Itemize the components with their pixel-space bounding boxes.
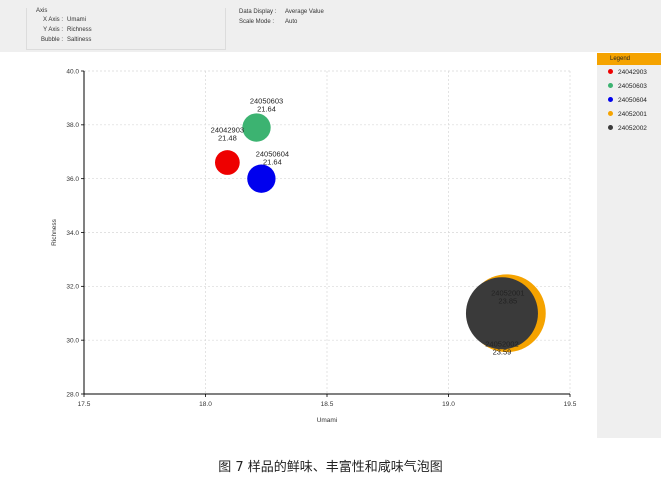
scale-mode-label: Scale Mode : — [239, 19, 275, 25]
legend-item-24050603[interactable]: 24050603 — [608, 82, 647, 91]
legend-item-24050604[interactable]: 24050604 — [608, 96, 647, 105]
bubble-value-label: 23.59 — [493, 347, 512, 356]
y-axis-setting-value: Richness — [67, 27, 92, 33]
x-tick-label: 17.5 — [78, 401, 91, 408]
y-tick-label: 28.0 — [66, 391, 79, 398]
y-tick-label: 40.0 — [66, 68, 79, 75]
bubble-value-label: 21.64 — [263, 158, 282, 167]
data-display-label: Data Display : — [239, 9, 277, 15]
bubble-setting-value: Saltiness — [67, 37, 92, 43]
legend-item-label: 24050604 — [618, 97, 647, 104]
legend-dot — [608, 68, 613, 74]
x-tick-label: 19.5 — [564, 401, 577, 408]
legend-dot — [608, 96, 613, 102]
settings-panel: Axis X Axis : Umami Y Axis : Richness Bubb… — [0, 0, 661, 52]
y-tick-label: 30.0 — [66, 337, 79, 344]
axis-settings-group: Axis X Axis : Umami Y Axis : Richness Bubb… — [26, 8, 226, 50]
y-tick-label: 32.0 — [66, 284, 79, 291]
y-axis-setting-label: Y Axis : — [43, 27, 63, 33]
axis-group-title: Axis — [36, 8, 48, 14]
legend-item-label: 24050603 — [618, 83, 647, 90]
x-axis-setting: X Axis : Umami — [37, 17, 86, 23]
legend-dot — [608, 82, 613, 88]
bubble-setting: Bubble : Saltiness — [37, 37, 91, 43]
legend-item-label: 24052002 — [618, 125, 647, 132]
y-axis-title: Richness — [51, 218, 58, 245]
scale-mode-value: Auto — [285, 19, 298, 25]
legend-item-label: 24042903 — [618, 69, 647, 76]
x-axis-setting-value: Umami — [67, 17, 86, 23]
legend-panel: Legend 24042903 24050603 24050604 240520… — [597, 53, 661, 438]
scale-mode-setting: Scale Mode : Auto — [239, 19, 297, 25]
x-tick-label: 19.0 — [442, 401, 455, 408]
legend-dot — [608, 124, 613, 130]
y-tick-label: 38.0 — [66, 122, 79, 129]
data-display-setting: Data Display : Average Value — [239, 9, 324, 15]
x-tick-label: 18.5 — [321, 401, 334, 408]
x-axis-title: Umami — [317, 417, 338, 424]
bubble-value-label: 23.85 — [498, 296, 517, 305]
legend-header: Legend — [597, 53, 661, 65]
bubble-value-label: 21.64 — [257, 105, 276, 114]
bubble-24050604 — [247, 164, 276, 193]
bubble-24042903 — [214, 150, 240, 175]
data-display-value: Average Value — [285, 9, 324, 15]
legend-title: Legend — [610, 56, 631, 62]
y-tick-label: 34.0 — [66, 230, 79, 237]
y-axis-setting: Y Axis : Richness — [37, 27, 92, 33]
bubble-value-label: 21.48 — [218, 134, 237, 143]
y-tick-label: 36.0 — [66, 176, 79, 183]
x-tick-label: 18.0 — [199, 401, 212, 408]
legend-item-24042903[interactable]: 24042903 — [608, 68, 647, 77]
legend-item-24052001[interactable]: 24052001 — [608, 110, 647, 119]
legend-item-24052002[interactable]: 24052002 — [608, 124, 647, 133]
figure-caption: 图 7 样品的鲜味、丰富性和咸味气泡图 — [218, 460, 443, 475]
legend-dot — [608, 110, 613, 116]
bubble-24050603 — [242, 113, 271, 142]
bubble-setting-label: Bubble : — [40, 37, 63, 43]
legend-item-label: 24052001 — [618, 111, 647, 118]
bubble-chart: 17.5 18.0 18.5 19.0 19.5 28.0 30.0 32.0 34.0 36.0… — [51, 68, 577, 424]
x-axis-setting-label: X Axis : — [42, 17, 63, 23]
